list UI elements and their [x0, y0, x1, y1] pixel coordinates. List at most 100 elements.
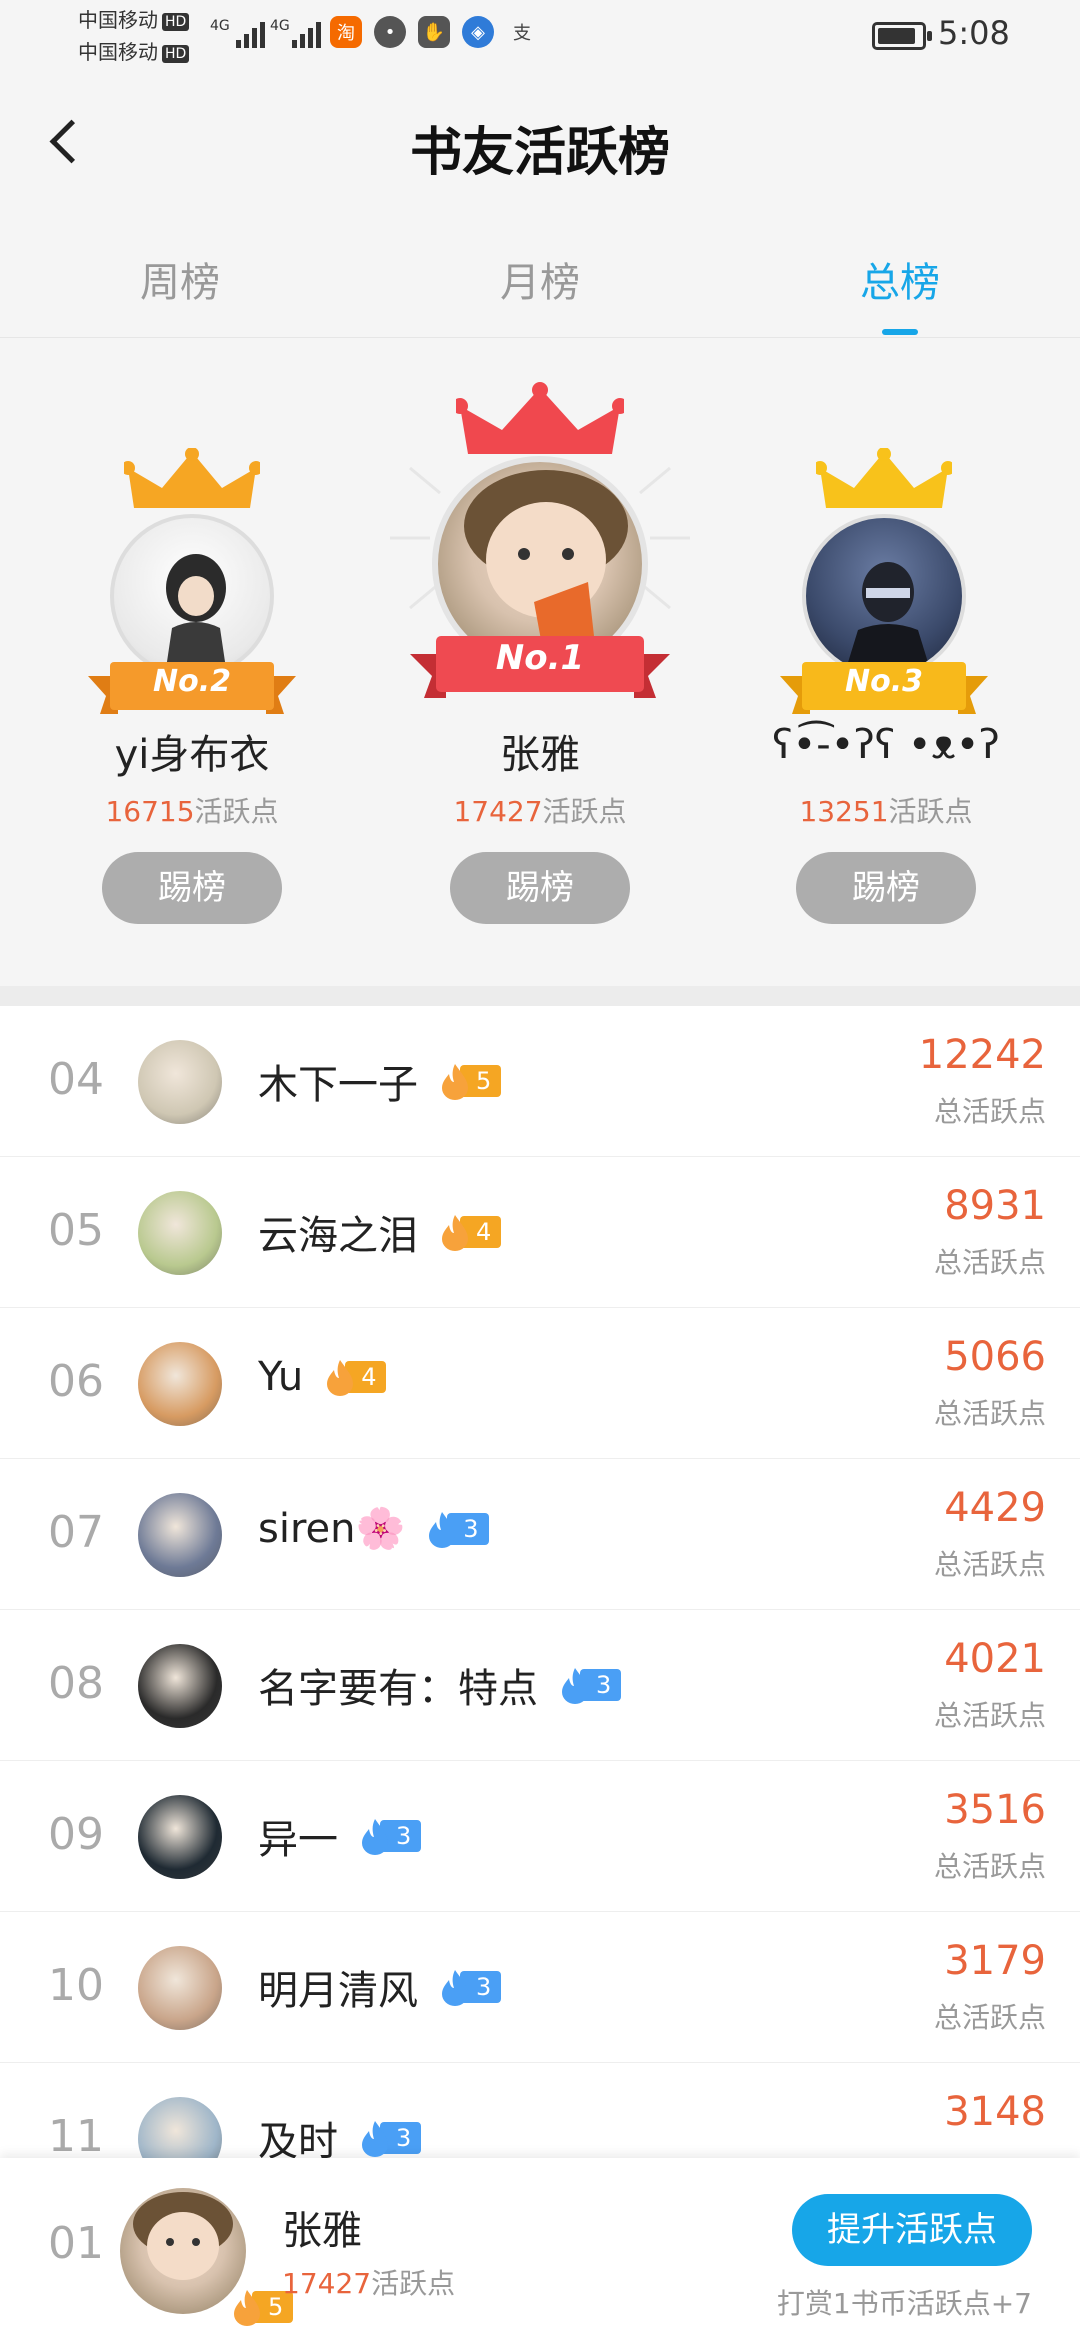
flame-icon	[362, 2121, 388, 2157]
signal-1-icon	[236, 18, 265, 48]
taobao-icon: 淘	[330, 16, 362, 48]
kick-button-3[interactable]: 踢榜	[796, 852, 976, 924]
score-label: 总活跃点	[933, 1548, 1046, 1581]
list-item[interactable]: 09 异一 3 3516 总活跃点	[0, 1761, 1080, 1912]
list-item[interactable]: 06 Yu 4 5066 总活跃点	[0, 1308, 1080, 1459]
avatar[interactable]	[138, 1342, 222, 1426]
my-name: 张雅	[282, 2208, 362, 2254]
my-avatar[interactable]	[120, 2188, 246, 2314]
kick-button-1[interactable]: 踢榜	[450, 852, 630, 924]
crown-gold-icon	[456, 382, 624, 454]
tab-bar: 周榜 月榜 总榜	[0, 212, 1080, 338]
podium-points-3: 13251活跃点	[799, 795, 973, 828]
battery-level	[878, 28, 915, 44]
score-label: 总活跃点	[933, 2001, 1046, 2034]
rank-number: 05	[48, 1205, 104, 1256]
network-2: 4G	[270, 18, 290, 34]
score-label: 总活跃点	[933, 1850, 1046, 1883]
score: 3516	[944, 1787, 1046, 1833]
user-name: 云海之泪	[258, 1213, 418, 1259]
user-name-row: 名字要有：特点 3	[258, 1656, 622, 1714]
level-badge: 5	[440, 1062, 502, 1100]
clock: 5:08	[938, 14, 1010, 52]
rank-number: 10	[48, 1960, 104, 2011]
level-badge: 4	[325, 1358, 387, 1396]
avatar[interactable]	[138, 1040, 222, 1124]
user-name-row: siren🌸 3	[258, 1505, 489, 1552]
flame-icon	[562, 1668, 588, 1704]
tab-overall[interactable]: 总榜	[720, 212, 1080, 337]
rank-number: 08	[48, 1658, 104, 1709]
alipay-icon: 支	[513, 23, 531, 44]
rank-label-2: No.2	[153, 664, 231, 699]
list-item[interactable]: 07 siren🌸 3 4429 总活跃点	[0, 1459, 1080, 1610]
my-points: 17427活跃点	[282, 2267, 456, 2300]
rank-number: 04	[48, 1054, 104, 1105]
user-name: Yu	[258, 1354, 304, 1400]
rank-number: 11	[48, 2111, 104, 2162]
user-name-row: Yu 4	[258, 1354, 387, 1400]
score: 12242	[918, 1032, 1046, 1078]
score: 3179	[944, 1938, 1046, 1984]
user-name-row: 木下一子 5	[258, 1052, 502, 1110]
podium-name-1: 张雅	[500, 732, 580, 778]
flame-icon	[429, 1511, 456, 1548]
user-name-row: 异一 3	[258, 1807, 422, 1865]
my-rank: 01	[48, 2218, 104, 2269]
score: 5066	[944, 1334, 1046, 1380]
rank-number: 09	[48, 1809, 104, 1860]
rank-number: 07	[48, 1507, 104, 1558]
user-name-row: 明月清风 3	[258, 1958, 502, 2016]
ranking-list: 04 木下一子 5 12242 总活跃点 05 云海之泪 4 8931 总活跃点 06 Yu 4 5066…	[0, 1006, 1080, 2214]
avatar[interactable]	[138, 1795, 222, 1879]
score-label: 总活跃点	[933, 1246, 1046, 1279]
level-badge: 3	[427, 1510, 489, 1548]
score-label: 总活跃点	[933, 1699, 1046, 1732]
avatar[interactable]	[138, 1493, 222, 1577]
podium-points-1: 17427活跃点	[453, 795, 627, 828]
score: 4429	[944, 1485, 1046, 1531]
network-1: 4G	[210, 18, 230, 34]
avatar[interactable]	[138, 1191, 222, 1275]
tab-monthly[interactable]: 月榜	[360, 212, 720, 337]
score-label: 总活跃点	[933, 1095, 1046, 1128]
user-name: 名字要有：特点	[258, 1666, 538, 1712]
list-item[interactable]: 05 云海之泪 4 8931 总活跃点	[0, 1157, 1080, 1308]
flame-icon	[442, 1064, 468, 1100]
user-name: siren🌸	[258, 1506, 406, 1552]
rank-label-3: No.3	[845, 664, 923, 699]
list-item[interactable]: 10 明月清风 3 3179 总活跃点	[0, 1912, 1080, 2063]
score-label: 总活跃点	[933, 1397, 1046, 1430]
podium-name-2: yi身布衣	[114, 732, 270, 778]
user-name: 木下一子	[258, 1062, 418, 1108]
kick-button-2[interactable]: 踢榜	[102, 852, 282, 924]
level-badge: 4	[440, 1213, 502, 1251]
message-icon: •	[374, 16, 406, 48]
signal-2-icon	[292, 18, 321, 48]
crown-bronze-icon	[816, 448, 952, 508]
level-badge: 3	[360, 1817, 422, 1855]
list-item[interactable]: 08 名字要有：特点 3 4021 总活跃点	[0, 1610, 1080, 1761]
flame-icon	[234, 2290, 260, 2326]
status-bar: 中国移动 HD 中国移动 HD 4G 4G 淘 • ✋ ◈ 支 5:08	[0, 0, 1080, 72]
boost-points-button[interactable]: 提升活跃点	[792, 2194, 1032, 2266]
level-badge: 3	[560, 1666, 622, 1704]
level-badge: 3	[440, 1968, 502, 2006]
hand-icon: ✋	[418, 16, 450, 48]
score: 3148	[944, 2089, 1046, 2135]
tip-note: 打赏1书币活跃点+7	[776, 2287, 1032, 2320]
avatar[interactable]	[138, 1644, 222, 1728]
flame-icon	[442, 1215, 468, 1251]
rank-number: 06	[48, 1356, 104, 1407]
flame-icon	[327, 1360, 354, 1396]
score: 4021	[944, 1636, 1046, 1682]
score: 8931	[944, 1183, 1046, 1229]
carrier-2: 中国移动 HD	[78, 40, 190, 64]
rank-label-1: No.1	[495, 638, 585, 678]
avatar[interactable]	[138, 1946, 222, 2030]
tab-weekly[interactable]: 周榜	[0, 212, 360, 337]
level-badge: 3	[360, 2119, 422, 2157]
list-item[interactable]: 04 木下一子 5 12242 总活跃点	[0, 1006, 1080, 1157]
section-divider	[0, 986, 1080, 1006]
user-name: 异一	[258, 1817, 338, 1863]
